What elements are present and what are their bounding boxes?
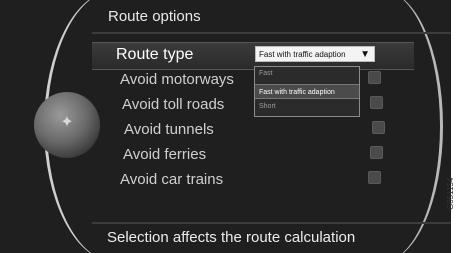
image-code: G051154 — [446, 177, 455, 210]
menu-item-avoid-ferries[interactable]: Avoid ferries — [123, 146, 206, 163]
route-type-option-short[interactable]: Short — [259, 103, 276, 110]
navigation-knob: ✦ — [34, 92, 100, 158]
divider-bottom — [92, 222, 451, 224]
menu-item-avoid-motorways[interactable]: Avoid motorways — [120, 71, 234, 88]
route-type-option-fast-traffic[interactable]: Fast with traffic adaption — [255, 84, 359, 99]
navigation-knob-icon: ✦ — [60, 114, 74, 131]
avoid-ferries-checkbox[interactable] — [370, 146, 383, 159]
avoid-motorways-checkbox[interactable] — [368, 71, 381, 84]
route-type-dropdown[interactable]: Fast with traffic adaption ▼ — [255, 46, 375, 62]
avoid-tunnels-checkbox[interactable] — [372, 121, 385, 134]
avoid-car-trains-checkbox[interactable] — [368, 171, 381, 184]
menu-item-route-type[interactable]: Route type — [116, 46, 193, 64]
chevron-down-icon: ▼ — [360, 49, 370, 60]
route-options-screen: Route options Route type Avoid motorways… — [0, 0, 451, 253]
avoid-toll-roads-checkbox[interactable] — [370, 96, 383, 109]
divider-top — [92, 32, 451, 34]
route-type-selected-value: Fast with traffic adaption — [259, 50, 346, 59]
route-type-options-list: Fast Fast with traffic adaption Short — [254, 66, 360, 117]
page-title: Route options — [108, 8, 201, 25]
status-message: Selection affects the route calculation — [107, 229, 356, 246]
menu-item-avoid-toll-roads[interactable]: Avoid toll roads — [122, 96, 224, 113]
menu-item-avoid-car-trains[interactable]: Avoid car trains — [120, 171, 223, 188]
menu-item-avoid-tunnels[interactable]: Avoid tunnels — [124, 121, 214, 138]
route-type-option-fast[interactable]: Fast — [259, 70, 273, 77]
